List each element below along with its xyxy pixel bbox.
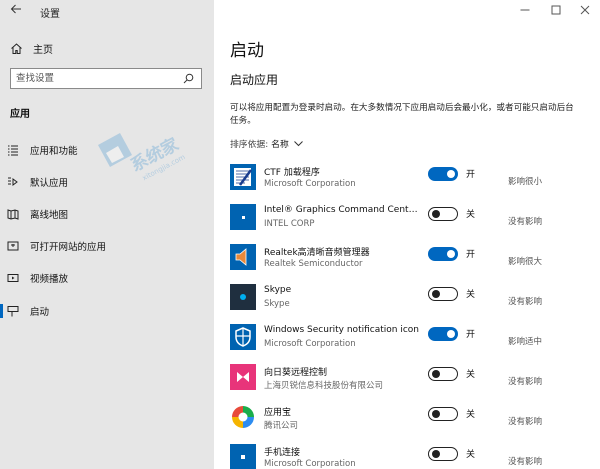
app-name: CTF 加载程序 — [264, 168, 320, 178]
startup-impact: 没有影响 — [508, 297, 543, 307]
sidebar: 设置 主页 应用 应用和功能 默认应用 离线地图 可打开网站的应用 视频播放 启… — [0, 0, 214, 469]
startup-toggle[interactable] — [428, 247, 458, 261]
sidebar-item-label: 视频播放 — [30, 274, 69, 285]
startup-impact: 没有影响 — [508, 457, 543, 467]
app-name: 向日葵远程控制 — [264, 368, 328, 378]
sidebar-item-label: 默认应用 — [30, 178, 69, 189]
startup-impact: 影响很大 — [508, 257, 543, 267]
startup-toggle[interactable] — [428, 447, 458, 461]
startup-toggle[interactable] — [428, 407, 458, 421]
sidebar-item-offline-maps[interactable]: 离线地图 — [0, 203, 214, 225]
video-playback-icon — [7, 274, 19, 282]
sidebar-item-label: 应用和功能 — [30, 146, 78, 157]
app-name: Skype — [264, 285, 292, 295]
toggle-state-label: 关 — [466, 290, 476, 300]
sidebar-item-default-apps[interactable]: 默认应用 — [0, 171, 214, 193]
app-name: Windows Security notification icon — [264, 325, 419, 335]
toggle-state-label: 开 — [466, 330, 476, 340]
app-row-realtek-audio: Realtek高清晰音频管理器 Realtek Semiconductor 开 … — [230, 244, 600, 280]
app-name: 手机连接 — [264, 448, 301, 458]
toggle-state-label: 关 — [466, 370, 476, 380]
search-icon[interactable] — [183, 73, 194, 84]
sidebar-item-startup[interactable]: 启动 — [0, 300, 214, 322]
startup-icon — [7, 306, 19, 317]
app-publisher: Microsoft Corporation — [264, 179, 356, 189]
startup-toggle[interactable] — [428, 287, 458, 301]
startup-toggle[interactable] — [428, 367, 458, 381]
startup-impact: 没有影响 — [508, 377, 543, 387]
section-label-apps: 应用 — [10, 109, 30, 120]
section-title: 启动应用 — [230, 73, 279, 87]
main-panel: 启动 启动应用 可以将应用配置为登录时启动。在大多数情况下应用启动后会最小化，或… — [214, 0, 600, 469]
startup-toggle[interactable] — [428, 207, 458, 221]
offline-maps-icon — [7, 209, 19, 220]
app-row-yingyongbao: 应用宝 腾讯公司 关 没有影响 — [230, 404, 600, 440]
search-input[interactable] — [16, 71, 176, 86]
nav-home-label: 主页 — [33, 44, 53, 56]
app-publisher: Realtek Semiconductor — [264, 259, 363, 269]
sort-label: 排序依据: — [230, 140, 269, 150]
chevron-down-icon — [293, 140, 303, 146]
app-publisher: INTEL CORP — [264, 219, 315, 229]
sidebar-item-apps-for-websites[interactable]: 可打开网站的应用 — [0, 235, 214, 257]
back-button[interactable] — [10, 3, 26, 19]
app-name: Intel® Graphics Command Center S... — [264, 205, 420, 215]
startup-impact: 影响适中 — [508, 337, 543, 347]
sidebar-item-video-playback[interactable]: 视频播放 — [0, 267, 214, 289]
startup-toggle[interactable] — [428, 327, 458, 341]
speaker-icon — [230, 244, 256, 270]
toggle-state-label: 关 — [466, 210, 476, 220]
app-row-skype: Skype Skype 关 没有影响 — [230, 284, 600, 320]
home-icon — [11, 42, 22, 54]
app-name: Realtek高清晰音频管理器 — [264, 248, 370, 258]
sunlogin-icon — [230, 364, 256, 390]
phone-link-icon — [230, 444, 256, 469]
app-publisher: Microsoft Corporation — [264, 339, 356, 349]
shield-icon — [230, 324, 256, 350]
startup-toggle[interactable] — [428, 167, 458, 181]
app-publisher: Microsoft Corporation — [264, 459, 356, 469]
toggle-state-label: 关 — [466, 450, 476, 460]
toggle-state-label: 开 — [466, 250, 476, 260]
yingyongbao-icon — [230, 404, 256, 430]
app-row-windows-security: Windows Security notification icon Micro… — [230, 324, 600, 360]
sort-value: 名称 — [271, 140, 289, 150]
app-row-phone-link: 手机连接 Microsoft Corporation 关 没有影响 — [230, 444, 600, 469]
startup-description: 可以将应用配置为登录时启动。在大多数情况下应用启动后会最小化，或者可能只启动后台… — [230, 103, 574, 126]
ctf-loader-icon — [230, 164, 256, 190]
window-title: 设置 — [40, 9, 60, 20]
startup-impact: 没有影响 — [508, 217, 543, 227]
default-apps-icon — [8, 177, 18, 186]
sidebar-item-label: 离线地图 — [30, 210, 69, 221]
search-box[interactable] — [10, 68, 202, 89]
sidebar-item-label: 可打开网站的应用 — [30, 242, 107, 253]
apps-list-icon — [8, 145, 18, 156]
app-publisher: Skype — [264, 299, 290, 309]
app-name: 应用宝 — [264, 408, 292, 418]
app-publisher: 腾讯公司 — [264, 421, 299, 431]
back-arrow-icon — [10, 4, 21, 14]
sidebar-item-apps-features[interactable]: 应用和功能 — [0, 139, 214, 161]
intel-graphics-icon — [230, 204, 256, 230]
startup-impact: 没有影响 — [508, 417, 543, 427]
page-title: 启动 — [230, 41, 264, 61]
apps-for-websites-icon — [7, 241, 19, 251]
sort-dropdown[interactable]: 排序依据: 名称 — [230, 137, 303, 150]
nav-home[interactable]: 主页 — [10, 40, 53, 56]
app-row-ctf-loader: CTF 加载程序 Microsoft Corporation 开 影响很小 — [230, 164, 600, 200]
toggle-state-label: 关 — [466, 410, 476, 420]
startup-impact: 影响很小 — [508, 177, 543, 187]
skype-icon — [230, 284, 256, 310]
app-row-intel-graphics: Intel® Graphics Command Center S... INTE… — [230, 204, 600, 240]
sidebar-item-label: 启动 — [30, 307, 50, 318]
app-publisher: 上海贝锐信息科技股份有限公司 — [264, 381, 384, 391]
app-row-sunlogin: 向日葵远程控制 上海贝锐信息科技股份有限公司 关 没有影响 — [230, 364, 600, 400]
toggle-state-label: 开 — [466, 170, 476, 180]
